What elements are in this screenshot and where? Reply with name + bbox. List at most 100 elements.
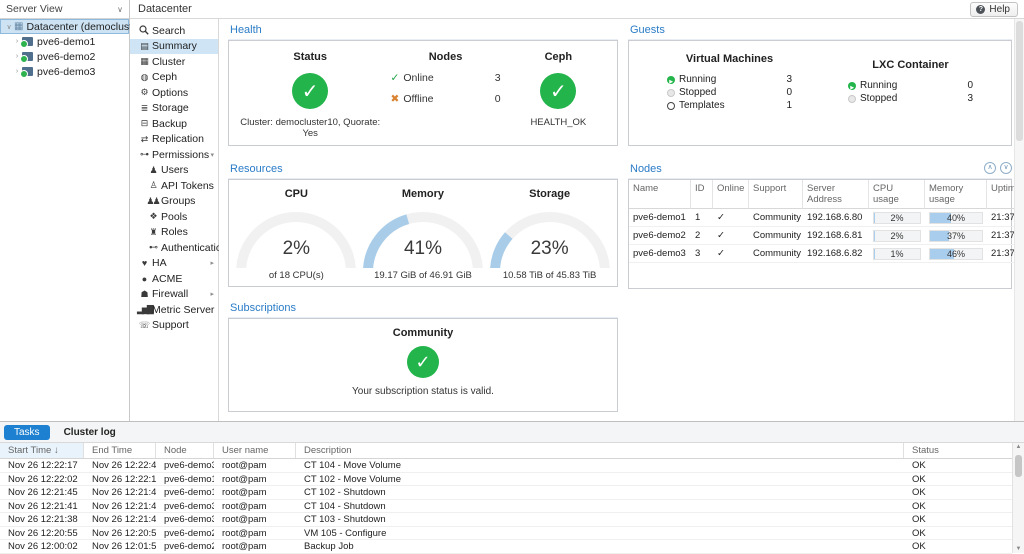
node-name[interactable]: pve6-demo2: [629, 227, 691, 245]
cpu-percent: 2%: [231, 238, 361, 260]
tree-item-node-2[interactable]: › pve6-demo2: [0, 49, 129, 64]
menu-item-authentication[interactable]: ⊷ Authentication: [130, 240, 218, 256]
view-selector-label: Server View: [6, 3, 117, 15]
col-status[interactable]: Status: [904, 443, 1012, 458]
menu-item-support[interactable]: ☏ Support: [130, 318, 218, 334]
menu-item-users[interactable]: ♟ Users: [130, 163, 218, 179]
guests-panel-title: Guests: [628, 19, 1012, 40]
col-end-time[interactable]: End Time: [84, 443, 156, 458]
task-row[interactable]: Nov 26 12:22:02Nov 26 12:22:16 pve6-demo…: [0, 473, 1024, 487]
col-id[interactable]: ID: [691, 180, 713, 209]
view-selector[interactable]: Server View ∨: [0, 0, 129, 19]
scroll-down-icon[interactable]: ▼: [1013, 546, 1024, 552]
task-row[interactable]: Nov 26 12:21:45Nov 26 12:21:47 pve6-demo…: [0, 486, 1024, 500]
col-online[interactable]: Online: [713, 180, 749, 209]
stopped-icon: [848, 95, 856, 103]
cluster-icon: ▦: [137, 56, 150, 67]
vm-running-row: Running 3: [667, 73, 792, 86]
tasks-log-panel: Tasks Cluster log Start Time ↓ End Time …: [0, 421, 1024, 552]
tab-cluster-log[interactable]: Cluster log: [54, 425, 126, 440]
check-icon: ✓: [713, 209, 749, 227]
tree-item-node-3[interactable]: › pve6-demo3: [0, 64, 129, 79]
memory-usage-bar: 40%: [929, 212, 983, 224]
col-start-time[interactable]: Start Time ↓: [0, 443, 84, 458]
col-server-address[interactable]: Server Address: [803, 180, 869, 209]
support-icon: ☏: [137, 320, 150, 331]
page-title: Datacenter: [136, 3, 970, 15]
cpu-usage-bar: 2%: [873, 230, 921, 242]
ceph-heading: Ceph: [545, 51, 573, 63]
vm-running-count: 3: [786, 73, 792, 86]
menu-item-api-tokens[interactable]: ♙ API Tokens: [130, 178, 218, 194]
auth-key-icon: ⊷: [146, 242, 159, 253]
menu-item-replication[interactable]: ⇄ Replication: [130, 132, 218, 148]
person-icon: ♜: [146, 227, 159, 238]
check-circle-icon: ✓: [407, 346, 439, 378]
task-row[interactable]: Nov 26 12:00:02Nov 26 12:01:53 pve6-demo…: [0, 540, 1024, 554]
tab-tasks[interactable]: Tasks: [4, 425, 50, 440]
online-count: 3: [495, 72, 501, 84]
node-name[interactable]: pve6-demo1: [629, 209, 691, 227]
tree-item-datacenter[interactable]: ∨ ▦ Datacenter (democluster10): [0, 19, 129, 34]
content-scrollbar[interactable]: [1014, 19, 1024, 421]
menu-item-roles[interactable]: ♜ Roles: [130, 225, 218, 241]
collapse-down-icon[interactable]: ∨: [1000, 162, 1012, 174]
col-user-name[interactable]: User name: [214, 443, 296, 458]
col-description[interactable]: Description: [296, 443, 904, 458]
nodes-heading: Nodes: [429, 51, 463, 63]
task-row[interactable]: Nov 26 12:21:38Nov 26 12:21:40 pve6-demo…: [0, 513, 1024, 527]
lxc-heading: LXC Container: [848, 59, 973, 71]
menu-item-permissions[interactable]: ⊶ Permissions ▾: [130, 147, 218, 163]
cpu-usage-bar: 1%: [873, 248, 921, 260]
lxc-running-count: 0: [967, 79, 973, 92]
chevron-right-icon: ▸: [210, 259, 215, 267]
subscriptions-panel-title: Subscriptions: [228, 297, 618, 318]
cpu-gauge: 2%: [231, 206, 361, 268]
nodes-panel: Name ID Online Support Server Address CP…: [628, 179, 1012, 289]
node-name[interactable]: pve6-demo3: [629, 245, 691, 263]
task-row[interactable]: Nov 26 12:20:55Nov 26 12:20:55 pve6-demo…: [0, 527, 1024, 541]
question-circle-icon: ?: [976, 5, 985, 14]
tree-item-node-1[interactable]: › pve6-demo1: [0, 34, 129, 49]
tasks-scrollbar[interactable]: ▲ ▼: [1012, 443, 1024, 553]
menu-item-options[interactable]: ⚙ Options: [130, 85, 218, 101]
menu-item-pools[interactable]: ❖ Pools: [130, 209, 218, 225]
user-icon: ♟: [146, 165, 159, 176]
chevron-right-icon: ▸: [210, 290, 215, 298]
tree-collapse-icon[interactable]: ∨: [4, 23, 14, 31]
online-label: Online: [403, 72, 433, 84]
collapse-up-icon[interactable]: ∧: [984, 162, 996, 174]
col-cpu-usage[interactable]: CPU usage: [869, 180, 925, 209]
menu-item-metric-server[interactable]: ▂▅▇ Metric Server: [130, 302, 218, 318]
memory-heading: Memory: [402, 188, 444, 200]
menu-item-summary[interactable]: ▤ Summary: [130, 39, 218, 55]
col-name[interactable]: Name: [629, 180, 691, 209]
running-icon: [667, 76, 675, 84]
col-node[interactable]: Node: [156, 443, 214, 458]
status-heading: Status: [293, 51, 327, 63]
replication-icon: ⇄: [137, 134, 150, 145]
col-memory-usage[interactable]: Memory usage: [925, 180, 987, 209]
menu-item-ceph[interactable]: ◍ Ceph: [130, 70, 218, 86]
help-button[interactable]: ? Help: [970, 2, 1018, 17]
task-row[interactable]: Nov 26 12:21:41Nov 26 12:21:43 pve6-demo…: [0, 500, 1024, 514]
menu-item-search[interactable]: Search: [130, 23, 218, 39]
resources-panel: CPU 2% of 18 CPU(s) Memory: [228, 179, 618, 287]
memory-caption: 19.17 GiB of 46.91 GiB: [374, 270, 472, 281]
col-support[interactable]: Support: [749, 180, 803, 209]
menu-item-acme[interactable]: ● ACME: [130, 271, 218, 287]
tasks-table-header: Start Time ↓ End Time Node User name Des…: [0, 443, 1024, 459]
storage-caption: 10.58 TiB of 45.83 TiB: [503, 270, 596, 281]
task-row[interactable]: Nov 26 12:22:17Nov 26 12:22:46 pve6-demo…: [0, 459, 1024, 473]
menu-item-ha[interactable]: ♥ HA ▸: [130, 256, 218, 272]
menu-item-storage[interactable]: ≣ Storage: [130, 101, 218, 117]
vm-templates-row: Templates 1: [667, 99, 792, 112]
menu-item-groups[interactable]: ♟♟ Groups: [130, 194, 218, 210]
memory-usage-bar: 37%: [929, 230, 983, 242]
scroll-up-icon[interactable]: ▲: [1013, 444, 1024, 450]
menu-item-backup[interactable]: ⊟ Backup: [130, 116, 218, 132]
shield-icon: ☗: [137, 289, 150, 300]
menu-item-cluster[interactable]: ▦ Cluster: [130, 54, 218, 70]
health-panel: Status ✓ Cluster: democluster10, Quorate…: [228, 40, 618, 146]
menu-item-firewall[interactable]: ☗ Firewall ▸: [130, 287, 218, 303]
